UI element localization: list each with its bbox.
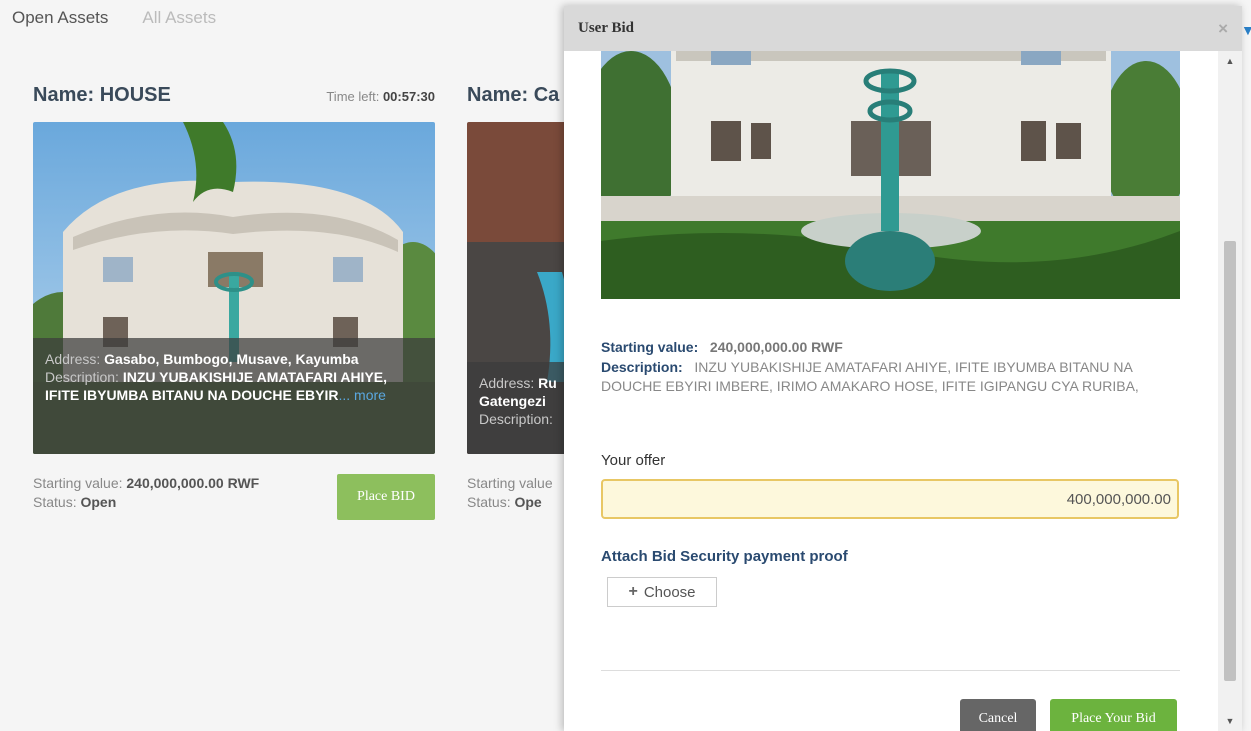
- modal-body: Starting value: 240,000,000.00 RWF Descr…: [564, 51, 1218, 731]
- asset-tabs: Open Assets All Assets: [12, 8, 216, 28]
- starting-value: 240,000,000.00: [126, 475, 224, 491]
- place-bid-button[interactable]: Place BID: [337, 474, 435, 520]
- close-icon[interactable]: ×: [1218, 19, 1228, 39]
- status-label: Status:: [33, 493, 77, 510]
- choose-file-button[interactable]: + Choose: [607, 577, 717, 607]
- modal-scrollbar[interactable]: ▲ ▼: [1218, 51, 1242, 731]
- assets-page: Open Assets All Assets Name: HOUSE Time …: [0, 0, 1251, 731]
- card-header: Name: HOUSE Time left: 00:57:30: [33, 84, 435, 114]
- asset-card-house: Name: HOUSE Time left: 00:57:30 Address:…: [33, 84, 435, 524]
- attach-label: Attach Bid Security payment proof: [601, 548, 848, 565]
- address-label: Address:: [45, 351, 101, 367]
- starting-value-label: Starting value: [467, 475, 553, 491]
- cancel-button[interactable]: Cancel: [960, 699, 1036, 731]
- tab-open-assets[interactable]: Open Assets: [12, 8, 108, 28]
- choose-label: Choose: [643, 583, 696, 601]
- offer-label: Your offer: [601, 452, 666, 469]
- footer-divider: [601, 670, 1180, 671]
- asset-image[interactable]: Address: Gasabo, Bumbogo, Musave, Kayumb…: [33, 122, 435, 454]
- user-bid-modal: User Bid × Starting value: 240,000,000.0…: [564, 6, 1242, 731]
- description-label: Description:: [479, 411, 553, 428]
- currency: RWF: [811, 339, 843, 355]
- card-footer: Starting value: 240,000,000.00 RWF Statu…: [33, 474, 435, 524]
- status-value: Open: [80, 493, 117, 510]
- place-your-bid-button[interactable]: Place Your Bid: [1050, 699, 1177, 731]
- description-label: Description:: [601, 358, 683, 375]
- arrow-up-icon[interactable]: ▲: [1218, 51, 1242, 71]
- currency: RWF: [227, 475, 260, 491]
- more-link[interactable]: ... more: [338, 387, 385, 403]
- status-value: Ope: [514, 493, 542, 510]
- time-left-label: Time left:: [326, 89, 380, 104]
- time-left: Time left: 00:57:30: [326, 89, 435, 104]
- modal-title: User Bid: [578, 20, 634, 36]
- description-label: Description:: [45, 369, 119, 386]
- starting-value-label: Starting value:: [601, 339, 699, 355]
- address-label: Address:: [479, 375, 535, 391]
- time-left-value: 00:57:30: [382, 89, 435, 104]
- starting-value-label: Starting value:: [33, 475, 123, 491]
- arrow-down-icon[interactable]: ▼: [1218, 711, 1242, 731]
- address-value-line2: Gatengezi: [479, 393, 546, 410]
- asset-info: Starting value: 240,000,000.00 RWF Descr…: [601, 338, 1171, 397]
- offer-input[interactable]: [601, 479, 1179, 519]
- status-label: Status:: [467, 493, 511, 510]
- asset-photo: [601, 51, 1180, 299]
- house-photo: [601, 51, 1180, 299]
- address-value: Gasabo, Bumbogo, Musave, Kayumba: [104, 351, 359, 367]
- plus-icon: +: [628, 583, 638, 600]
- asset-overlay: Address: Gasabo, Bumbogo, Musave, Kayumb…: [33, 338, 435, 454]
- filter-icon[interactable]: ▼: [1241, 22, 1251, 38]
- modal-header: User Bid ×: [564, 6, 1242, 51]
- asset-name: Name: Ca: [467, 84, 560, 106]
- address-value: Ru: [538, 375, 557, 391]
- tab-all-assets[interactable]: All Assets: [142, 8, 216, 28]
- starting-value: 240,000,000.00: [709, 339, 808, 355]
- asset-name: Name: HOUSE: [33, 84, 171, 106]
- scrollbar-thumb[interactable]: [1224, 241, 1236, 681]
